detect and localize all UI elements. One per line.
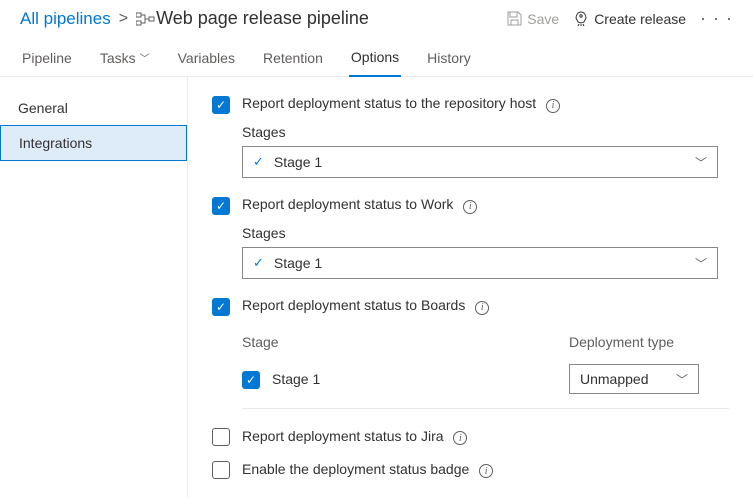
- tab-retention[interactable]: Retention: [261, 43, 325, 76]
- content-area: General Integrations ✓ Report deployment…: [0, 77, 753, 497]
- option-jira: Report deployment status to Jira i: [212, 427, 729, 446]
- checkbox-repo-host[interactable]: ✓: [212, 96, 230, 114]
- option-work: ✓ Report deployment status to Work i: [212, 196, 729, 215]
- breadcrumb-root[interactable]: All pipelines: [20, 9, 111, 29]
- more-actions-button[interactable]: · · ·: [700, 8, 733, 29]
- main-panel: ✓ Report deployment status to the reposi…: [188, 77, 753, 497]
- save-icon: [507, 11, 522, 26]
- checkbox-boards[interactable]: ✓: [212, 298, 230, 316]
- col-stage: Stage: [242, 326, 569, 358]
- boards-row-deploy-cell: Unmapped ﹀: [569, 364, 729, 394]
- check-icon: ✓: [216, 99, 226, 111]
- checkbox-work[interactable]: ✓: [212, 197, 230, 215]
- check-icon: ✓: [216, 301, 226, 313]
- tab-variables[interactable]: Variables: [176, 43, 237, 76]
- sidebar-item-general[interactable]: General: [0, 91, 187, 125]
- checkbox-jira[interactable]: [212, 428, 230, 446]
- boards-row-stage-label: Stage 1: [272, 371, 320, 387]
- tab-options[interactable]: Options: [349, 43, 401, 77]
- tab-bar: Pipeline Tasks ﹀ Variables Retention Opt…: [0, 35, 753, 77]
- option-boards: ✓ Report deployment status to Boards i: [212, 297, 729, 316]
- info-icon[interactable]: i: [475, 301, 489, 315]
- work-stages-label: Stages: [242, 225, 729, 241]
- tab-tasks-label: Tasks: [100, 50, 136, 66]
- repo-stages-block: Stages ✓ Stage 1 ﹀: [242, 124, 729, 178]
- tab-tasks[interactable]: Tasks ﹀: [98, 43, 152, 76]
- rocket-icon: [573, 11, 589, 27]
- repo-stage-value: Stage 1: [274, 154, 322, 170]
- boards-row-stage-cell: ✓ Stage 1: [242, 370, 569, 389]
- chevron-down-icon: ﹀: [140, 50, 150, 65]
- tab-pipeline[interactable]: Pipeline: [20, 43, 74, 76]
- info-icon[interactable]: i: [546, 99, 560, 113]
- create-release-label: Create release: [594, 11, 686, 27]
- breadcrumb-separator: >: [119, 10, 128, 28]
- pipeline-icon: [136, 11, 156, 27]
- info-icon[interactable]: i: [463, 200, 477, 214]
- info-icon[interactable]: i: [453, 431, 467, 445]
- col-deployment-type: Deployment type: [569, 326, 729, 358]
- option-work-label: Report deployment status to Work: [242, 196, 453, 212]
- top-actions: Save Create release · · ·: [507, 8, 733, 29]
- sidebar-item-integrations[interactable]: Integrations: [0, 125, 187, 161]
- option-boards-label: Report deployment status to Boards: [242, 297, 465, 313]
- repo-stages-label: Stages: [242, 124, 729, 140]
- boards-table-row: ✓ Stage 1 Unmapped ﹀: [242, 358, 729, 409]
- deployment-type-select[interactable]: Unmapped ﹀: [569, 364, 699, 394]
- save-label: Save: [527, 11, 559, 27]
- create-release-button[interactable]: Create release: [573, 11, 686, 27]
- checkbox-badge[interactable]: [212, 461, 230, 479]
- option-badge-label: Enable the deployment status badge: [242, 461, 469, 477]
- option-repo-host-label: Report deployment status to the reposito…: [242, 95, 536, 111]
- work-stage-value: Stage 1: [274, 255, 322, 271]
- check-icon: ✓: [253, 154, 264, 170]
- chevron-down-icon: ﹀: [695, 154, 707, 171]
- chevron-down-icon: ﹀: [676, 371, 688, 388]
- side-nav: General Integrations: [0, 77, 188, 497]
- page-title: Web page release pipeline: [156, 8, 369, 29]
- info-icon[interactable]: i: [479, 464, 493, 478]
- check-icon: ✓: [216, 200, 226, 212]
- check-icon: ✓: [253, 255, 264, 271]
- option-jira-label: Report deployment status to Jira: [242, 428, 444, 444]
- top-bar: All pipelines > Web page release pipelin…: [0, 0, 753, 35]
- save-button: Save: [507, 11, 559, 27]
- chevron-down-icon: ﹀: [695, 255, 707, 272]
- option-repo-host: ✓ Report deployment status to the reposi…: [212, 95, 729, 114]
- boards-table: Stage Deployment type ✓ Stage 1 Unmapped…: [242, 326, 729, 409]
- checkbox-boards-stage1[interactable]: ✓: [242, 371, 260, 389]
- option-badge: Enable the deployment status badge i: [212, 460, 729, 479]
- work-stages-dropdown[interactable]: ✓ Stage 1 ﹀: [242, 247, 718, 279]
- tab-history[interactable]: History: [425, 43, 473, 76]
- deployment-type-value: Unmapped: [580, 371, 649, 387]
- check-icon: ✓: [246, 374, 256, 386]
- work-stages-block: Stages ✓ Stage 1 ﹀: [242, 225, 729, 279]
- boards-table-head: Stage Deployment type: [242, 326, 729, 358]
- repo-stages-dropdown[interactable]: ✓ Stage 1 ﹀: [242, 146, 718, 178]
